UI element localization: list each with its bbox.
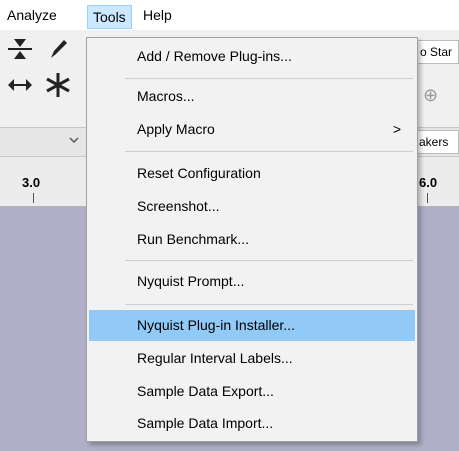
menu-separator — [125, 260, 413, 261]
menu-bar: Analyze Tools Help — [0, 0, 459, 30]
speakers-label-fragment: akers — [419, 135, 449, 149]
menu-separator — [125, 151, 413, 152]
menu-help[interactable]: Help — [137, 0, 178, 30]
menu-item-label: Sample Data Export... — [137, 383, 274, 399]
time-shift-icon[interactable] — [2, 70, 38, 104]
output-device-box[interactable]: akers — [417, 130, 459, 154]
menu-item-label: Regular Interval Labels... — [137, 350, 293, 366]
menu-item-add-remove-plugins[interactable]: Add / Remove Plug-ins... — [89, 41, 415, 72]
ruler-label-6: 6.0 — [419, 175, 438, 190]
menu-item-nyquist-plugin-installer[interactable]: Nyquist Plug-in Installer... — [89, 310, 415, 341]
play-at-speed-box[interactable]: o Star — [417, 40, 459, 64]
menu-item-label: Nyquist Prompt... — [137, 273, 245, 289]
ruler-tick — [33, 193, 34, 203]
menu-item-apply-macro[interactable]: Apply Macro > — [89, 114, 415, 145]
menu-item-sample-data-export[interactable]: Sample Data Export... — [89, 376, 415, 407]
menu-item-label: Nyquist Plug-in Installer... — [137, 317, 295, 333]
menu-item-label: Screenshot... — [137, 198, 220, 214]
start-label-fragment: o Star — [420, 45, 453, 59]
menu-item-run-benchmark[interactable]: Run Benchmark... — [89, 224, 415, 255]
menu-analyze[interactable]: Analyze — [1, 0, 63, 30]
zoom-toggle-icon[interactable] — [2, 34, 38, 68]
ruler-label-3: 3.0 — [22, 175, 41, 190]
multi-tool-icon[interactable] — [40, 70, 76, 104]
menu-separator — [125, 304, 413, 305]
menu-item-label: Apply Macro — [137, 121, 215, 137]
tools-menu: Add / Remove Plug-ins... Macros... Apply… — [86, 37, 418, 442]
menu-item-screenshot[interactable]: Screenshot... — [89, 191, 415, 222]
zoom-in-icon[interactable]: ⊕ — [423, 85, 438, 106]
menu-item-nyquist-prompt[interactable]: Nyquist Prompt... — [89, 266, 415, 297]
menu-item-reset-configuration[interactable]: Reset Configuration — [89, 158, 415, 189]
menu-item-label: Reset Configuration — [137, 165, 261, 181]
submenu-arrow-icon: > — [392, 121, 401, 137]
menu-separator — [125, 78, 413, 79]
menu-item-sample-data-import[interactable]: Sample Data Import... — [89, 408, 415, 439]
menu-item-label: Sample Data Import... — [137, 415, 274, 431]
menu-tools[interactable]: Tools — [87, 5, 132, 29]
menu-item-regular-interval-labels[interactable]: Regular Interval Labels... — [89, 343, 415, 374]
ruler-tick — [427, 193, 428, 203]
menu-item-label: Run Benchmark... — [137, 231, 250, 247]
chevron-down-icon[interactable] — [68, 133, 80, 149]
draw-tool-icon[interactable] — [40, 34, 76, 68]
menu-item-macros[interactable]: Macros... — [89, 81, 415, 112]
menu-item-label: Macros... — [137, 88, 195, 104]
menu-item-label: Add / Remove Plug-ins... — [137, 48, 292, 64]
